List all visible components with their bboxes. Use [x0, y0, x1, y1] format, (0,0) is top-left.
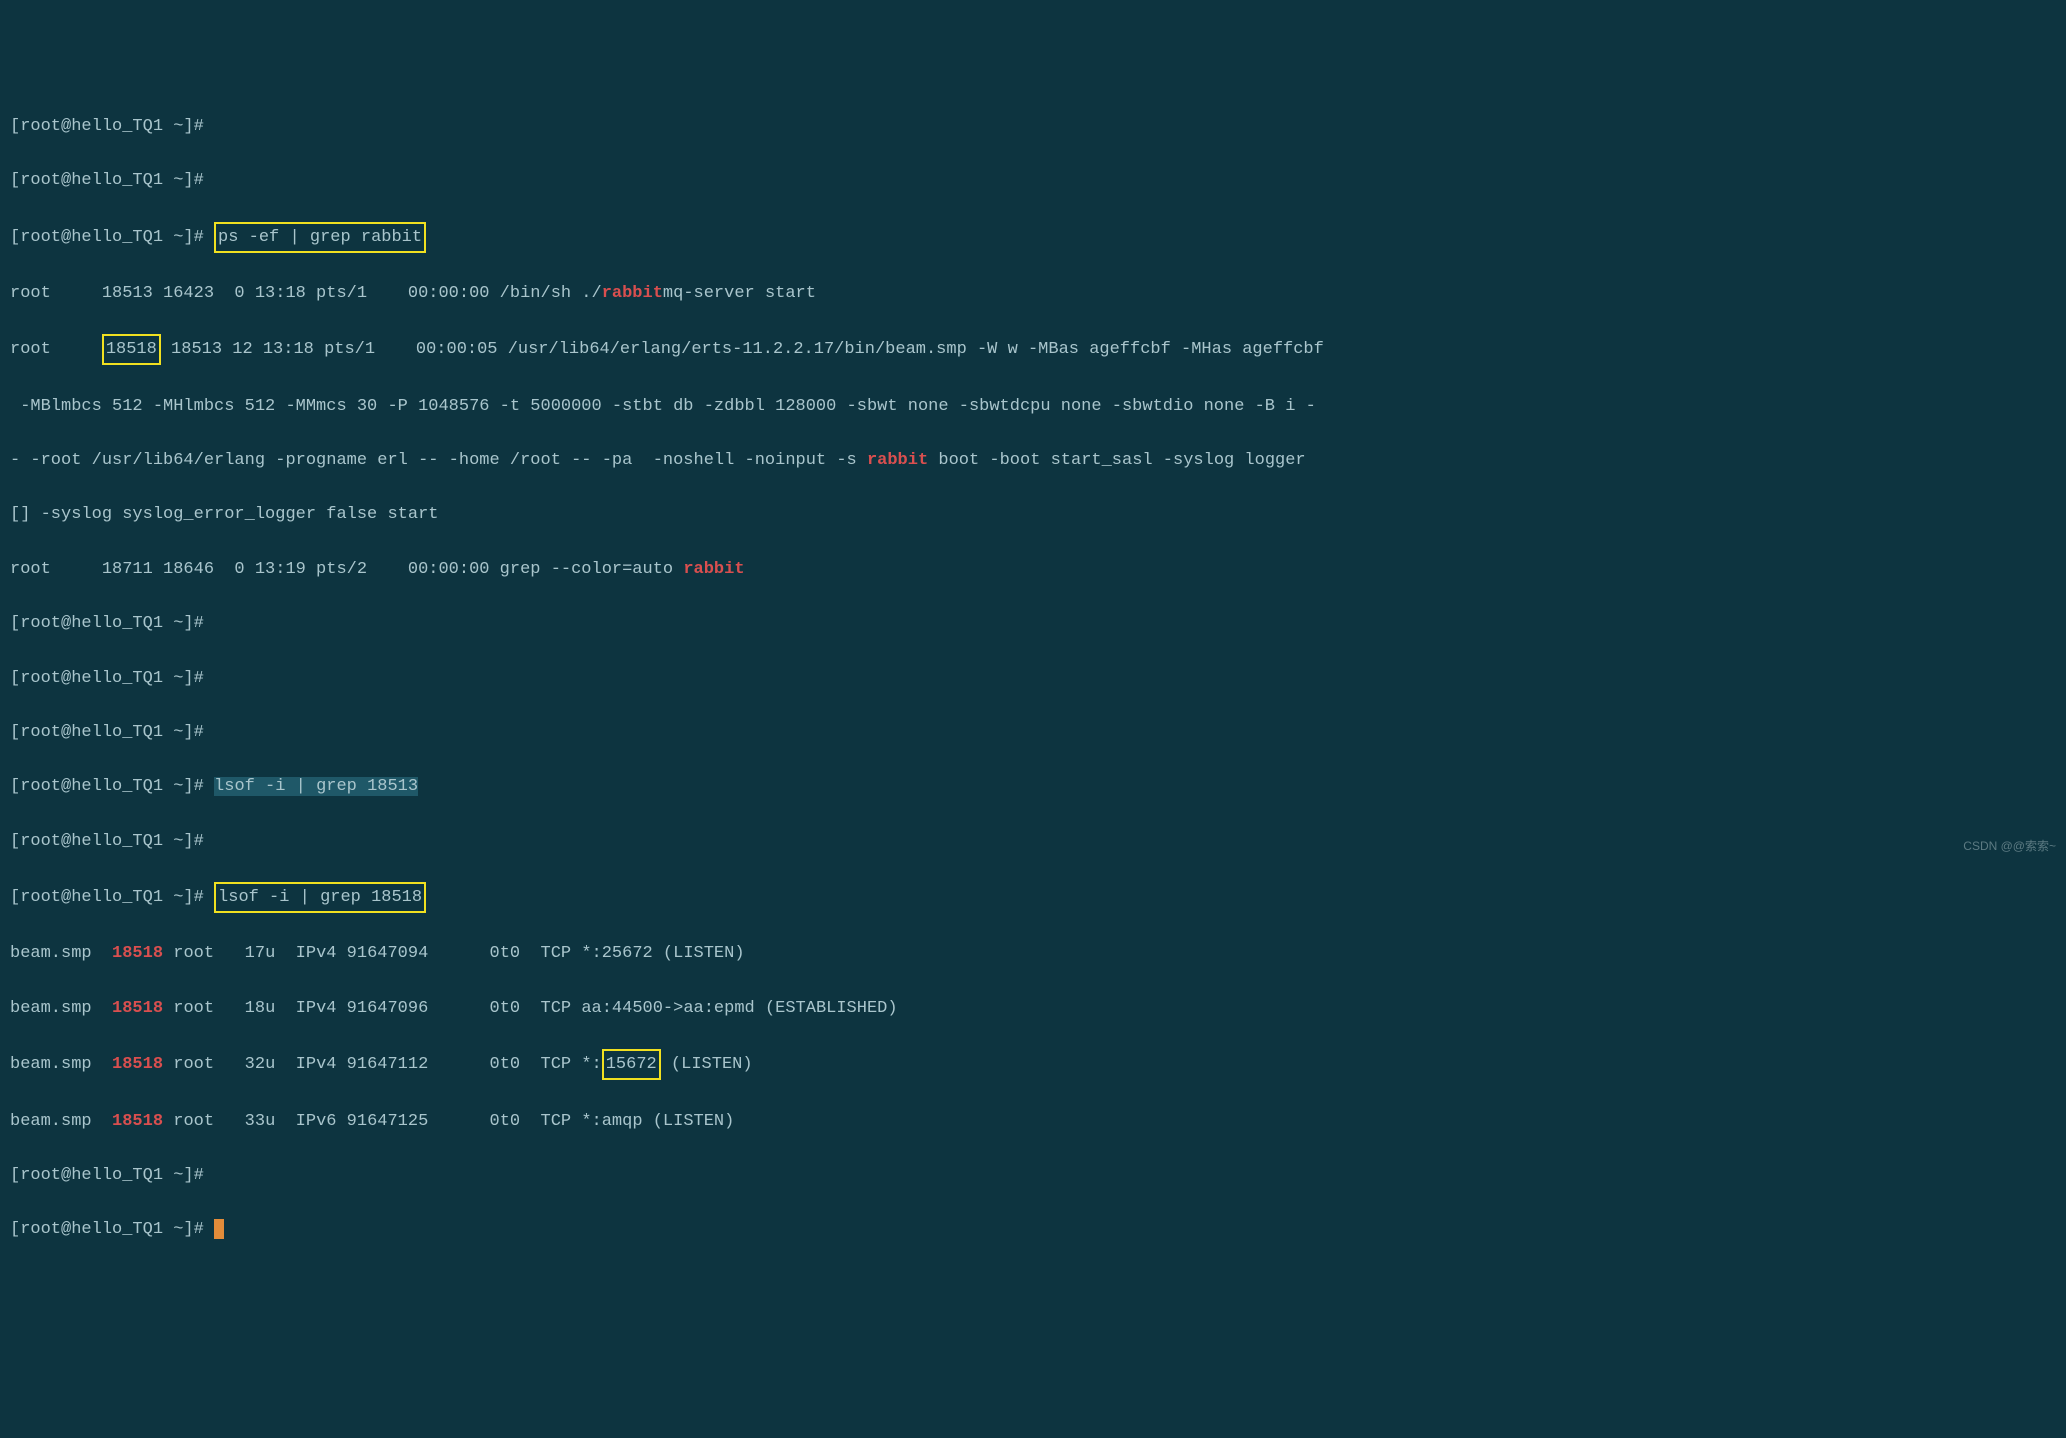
ps-output-line: root 18513 16423 0 13:18 pts/1 00:00:00 …	[10, 280, 2056, 307]
prompt: [root@hello_TQ1 ~]#	[10, 669, 214, 688]
highlight-box: ps -ef | grep rabbit	[214, 222, 426, 253]
prompt: [root@hello_TQ1 ~]#	[10, 228, 214, 247]
terminal-line: [root@hello_TQ1 ~]#	[10, 1162, 2056, 1189]
port-text: 15672	[606, 1055, 657, 1074]
match-highlight: 18518	[112, 999, 163, 1018]
lsof-output-line: beam.smp 18518 root 33u IPv6 91647125 0t…	[10, 1108, 2056, 1135]
output-text: root 18711 18646 0 13:19 pts/2 00:00:00 …	[10, 560, 683, 579]
prompt: [root@hello_TQ1 ~]#	[10, 832, 214, 851]
terminal-line: [root@hello_TQ1 ~]# lsof -i | grep 18518	[10, 882, 2056, 913]
output-text: beam.smp	[10, 999, 112, 1018]
pid-text: 18518	[106, 340, 157, 359]
terminal-line[interactable]: [root@hello_TQ1 ~]#	[10, 1216, 2056, 1243]
terminal-line: [root@hello_TQ1 ~]#	[10, 610, 2056, 637]
output-text: root 18513 16423 0 13:18 pts/1 00:00:00 …	[10, 284, 602, 303]
output-text: boot -boot start_sasl -syslog logger	[928, 451, 1305, 470]
output-text: beam.smp	[10, 944, 112, 963]
selected-command: lsof -i | grep 18513	[214, 777, 418, 796]
output-text: root 17u IPv4 91647094 0t0 TCP *:25672 (…	[163, 944, 745, 963]
lsof-output-line: beam.smp 18518 root 17u IPv4 91647094 0t…	[10, 940, 2056, 967]
match-highlight: rabbit	[867, 451, 928, 470]
output-text: beam.smp	[10, 1112, 112, 1131]
prompt: [root@hello_TQ1 ~]#	[10, 1220, 214, 1239]
output-text: root 32u IPv4 91647112 0t0 TCP *:	[163, 1055, 602, 1074]
output-text: beam.smp	[10, 1055, 112, 1074]
output-text: mq-server start	[663, 284, 816, 303]
prompt: [root@hello_TQ1 ~]#	[10, 1166, 214, 1185]
ps-output-line: root 18518 18513 12 13:18 pts/1 00:00:05…	[10, 334, 2056, 365]
prompt: [root@hello_TQ1 ~]#	[10, 723, 214, 742]
match-highlight: 18518	[112, 1055, 163, 1074]
output-text: root	[10, 340, 102, 359]
command-text: lsof -i | grep 18518	[218, 888, 422, 907]
output-text: 18513 12 13:18 pts/1 00:00:05 /usr/lib64…	[161, 340, 1324, 359]
terminal-line: [root@hello_TQ1 ~]# ps -ef | grep rabbit	[10, 222, 2056, 253]
lsof-output-line: beam.smp 18518 root 18u IPv4 91647096 0t…	[10, 995, 2056, 1022]
highlight-box: 18518	[102, 334, 161, 365]
terminal-line: [root@hello_TQ1 ~]#	[10, 113, 2056, 140]
prompt: [root@hello_TQ1 ~]#	[10, 614, 214, 633]
prompt: [root@hello_TQ1 ~]#	[10, 171, 214, 190]
prompt: [root@hello_TQ1 ~]#	[10, 777, 214, 796]
lsof-output-line: beam.smp 18518 root 32u IPv4 91647112 0t…	[10, 1049, 2056, 1080]
cursor-icon	[214, 1219, 224, 1239]
command-text: ps -ef | grep rabbit	[218, 228, 422, 247]
terminal-line: [root@hello_TQ1 ~]#	[10, 828, 2056, 855]
ps-output-line: root 18711 18646 0 13:19 pts/2 00:00:00 …	[10, 556, 2056, 583]
ps-output-line: [] -syslog syslog_error_logger false sta…	[10, 501, 2056, 528]
output-text: [] -syslog syslog_error_logger false sta…	[10, 505, 438, 524]
ps-output-line: -MBlmbcs 512 -MHlmbcs 512 -MMmcs 30 -P 1…	[10, 393, 2056, 420]
match-highlight: 18518	[112, 1112, 163, 1131]
output-text: root 33u IPv6 91647125 0t0 TCP *:amqp (L…	[163, 1112, 734, 1131]
match-highlight: rabbit	[683, 560, 744, 579]
prompt: [root@hello_TQ1 ~]#	[10, 117, 204, 136]
highlight-box: lsof -i | grep 18518	[214, 882, 426, 913]
highlight-box: 15672	[602, 1049, 661, 1080]
terminal-line: [root@hello_TQ1 ~]#	[10, 719, 2056, 746]
prompt: [root@hello_TQ1 ~]#	[10, 888, 214, 907]
terminal-line: [root@hello_TQ1 ~]#	[10, 665, 2056, 692]
watermark: CSDN @@索索~	[1963, 837, 2056, 856]
output-text: (LISTEN)	[661, 1055, 753, 1074]
terminal-line: [root@hello_TQ1 ~]# lsof -i | grep 18513	[10, 773, 2056, 800]
ps-output-line: - -root /usr/lib64/erlang -progname erl …	[10, 447, 2056, 474]
match-highlight: rabbit	[602, 284, 663, 303]
output-text: -MBlmbcs 512 -MHlmbcs 512 -MMmcs 30 -P 1…	[10, 397, 1316, 416]
terminal-line: [root@hello_TQ1 ~]#	[10, 167, 2056, 194]
match-highlight: 18518	[112, 944, 163, 963]
output-text: - -root /usr/lib64/erlang -progname erl …	[10, 451, 867, 470]
output-text: root 18u IPv4 91647096 0t0 TCP aa:44500-…	[163, 999, 898, 1018]
